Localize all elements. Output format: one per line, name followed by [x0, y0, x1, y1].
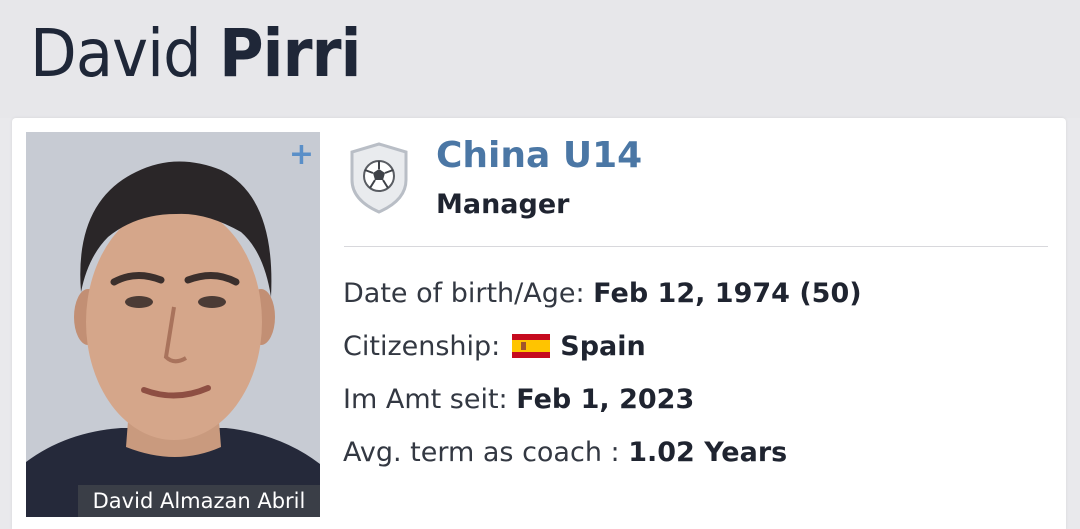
dob-label: Date of birth/Age:	[343, 278, 585, 309]
spain-flag-icon	[512, 333, 551, 358]
avg-term-row: Avg. term as coach : 1.02 Years	[343, 433, 787, 473]
in-office-label: Im Amt seit:	[343, 384, 508, 415]
divider	[344, 246, 1048, 247]
profile-header: David Pirri	[0, 0, 1080, 118]
soccer-ball-shield-icon[interactable]	[348, 142, 410, 214]
avg-term-value: 1.02 Years	[628, 437, 788, 468]
last-name: Pirri	[219, 15, 361, 92]
portrait-image	[26, 132, 320, 517]
club-name-link[interactable]: China U14	[436, 134, 642, 178]
first-name: David	[30, 15, 202, 92]
role-label: Manager	[436, 189, 570, 220]
in-office-value: Feb 1, 2023	[516, 384, 695, 415]
avg-term-label: Avg. term as coach :	[343, 437, 620, 468]
dob-row: Date of birth/Age: Feb 12, 1974 (50)	[343, 274, 862, 314]
photo-caption: David Almazan Abril	[78, 485, 320, 517]
in-office-row: Im Amt seit: Feb 1, 2023	[343, 380, 694, 420]
citizenship-label: Citizenship:	[343, 331, 501, 362]
citizenship-row: Citizenship: Spain	[343, 327, 646, 367]
add-photo-plus-icon[interactable]: +	[289, 140, 314, 170]
profile-photo[interactable]: + David Almazan Abril	[26, 132, 320, 517]
dob-value: Feb 12, 1974 (50)	[593, 278, 862, 309]
citizenship-value: Spain	[560, 331, 646, 362]
page-title: David Pirri	[30, 6, 361, 102]
profile-card: + David Almazan Abril China U14 Manager …	[12, 118, 1066, 529]
